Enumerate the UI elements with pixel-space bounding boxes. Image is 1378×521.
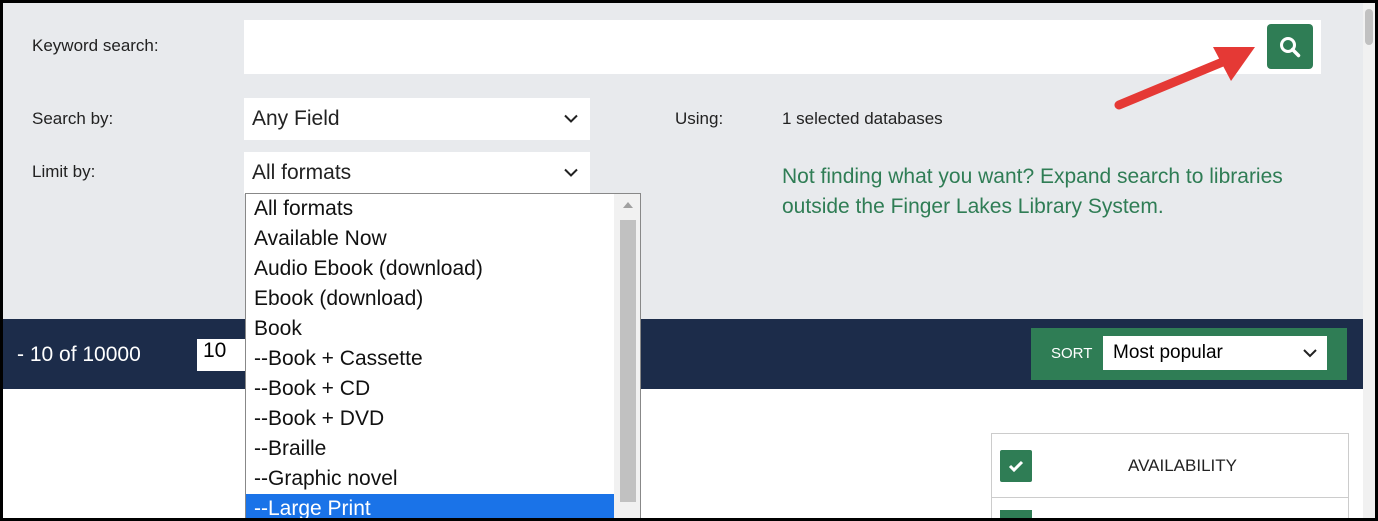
search-by-label: Search by: — [32, 109, 114, 128]
limit-by-value: All formats — [252, 161, 352, 184]
page-scrollbar-thumb[interactable] — [1365, 9, 1373, 45]
checkmark-icon — [1008, 460, 1024, 472]
search-icon — [1280, 36, 1301, 57]
availability-label: AVAILABILITY — [1128, 456, 1237, 475]
sort-value: Most popular — [1113, 342, 1223, 363]
chevron-down-icon — [1303, 349, 1317, 358]
format-option[interactable]: --Large Print — [246, 494, 614, 518]
format-option[interactable]: --Book + DVD — [246, 404, 614, 434]
per-page-select[interactable]: 10 — [197, 339, 247, 371]
dropdown-scrollbar[interactable] — [614, 194, 640, 518]
format-dropdown-list[interactable]: All formats Available Now Audio Ebook (dow… — [245, 193, 641, 518]
format-option[interactable]: Audio Ebook (download) — [246, 254, 614, 284]
page-scrollbar[interactable] — [1363, 3, 1375, 518]
limit-by-select[interactable]: All formats — [244, 152, 590, 194]
format-option[interactable]: All formats — [246, 194, 614, 224]
format-option[interactable]: Book — [246, 314, 614, 344]
chevron-down-icon — [564, 114, 578, 123]
chevron-down-icon — [564, 168, 578, 177]
search-by-select[interactable]: Any Field — [244, 98, 590, 140]
format-option[interactable]: --Braille — [246, 434, 614, 464]
scroll-up-icon[interactable] — [623, 202, 633, 208]
page-frame: Keyword search: Search by: Any Field Usi… — [3, 3, 1375, 518]
limit-by-label: Limit by: — [32, 162, 96, 181]
keyword-search-label: Keyword search: — [32, 36, 159, 55]
availability-facet: AVAILABILITY — [991, 433, 1349, 518]
format-options: All formats Available Now Audio Ebook (dow… — [246, 194, 614, 518]
results-bar: - 10 of 10000 10 SORT Most popular — [3, 319, 1363, 389]
annotation-arrow-icon — [1114, 47, 1255, 110]
availability-toggle[interactable] — [1000, 450, 1032, 482]
search-by-value: Any Field — [252, 107, 340, 130]
format-option[interactable]: --Book + CD — [246, 374, 614, 404]
sort-label: SORT — [1051, 345, 1093, 362]
format-option[interactable]: --Book + Cassette — [246, 344, 614, 374]
sort-select[interactable]: Most popular — [1103, 336, 1327, 370]
second-facet-toggle[interactable] — [1000, 510, 1032, 518]
expand-search-link[interactable]: Not finding what you want? Expand search… — [782, 162, 1322, 222]
format-option[interactable]: --Graphic novel — [246, 464, 614, 494]
format-option[interactable]: Available Now — [246, 224, 614, 254]
using-label: Using: — [675, 109, 724, 128]
dropdown-scrollbar-thumb[interactable] — [620, 220, 636, 502]
availability-row[interactable]: AVAILABILITY — [992, 434, 1348, 498]
using-value: 1 selected databases — [782, 109, 943, 128]
results-count: - 10 of 10000 — [17, 343, 141, 366]
sort-box: SORT Most popular — [1031, 328, 1347, 380]
search-button[interactable] — [1267, 24, 1313, 69]
format-option[interactable]: Ebook (download) — [246, 284, 614, 314]
